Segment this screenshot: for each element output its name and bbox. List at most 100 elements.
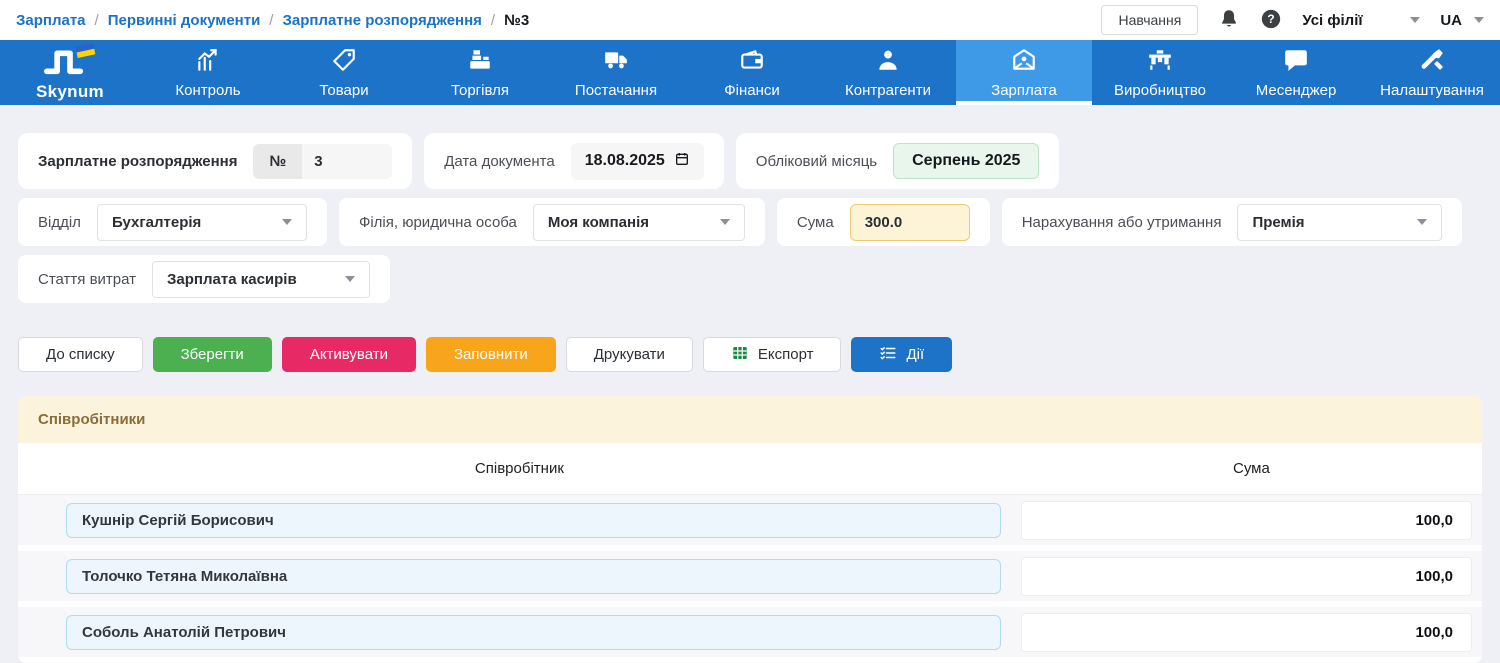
salary-mail-icon xyxy=(1011,47,1037,77)
department-select[interactable]: Бухгалтерія xyxy=(97,204,307,241)
doc-date-picker[interactable]: 18.08.2025 xyxy=(571,143,704,180)
ukraine-flag-icon xyxy=(75,43,95,58)
nav-item-label: Контрагенти xyxy=(845,82,931,99)
nav-item-label: Фінанси xyxy=(724,82,780,99)
legal-entity-value: Моя компанія xyxy=(548,214,649,231)
print-button[interactable]: Друкувати xyxy=(566,337,693,372)
nav-item-salary[interactable]: Зарплата xyxy=(956,40,1092,105)
form-row-1: Зарплатне розпорядження № Дата документа… xyxy=(18,133,1482,189)
employee-sum-input[interactable] xyxy=(1021,557,1472,596)
breadcrumb: Зарплата / Первинні документи / Зарплатн… xyxy=(16,12,529,29)
calendar-icon xyxy=(674,151,690,172)
nav-item-label: Зарплата xyxy=(991,82,1057,99)
chevron-down-icon xyxy=(1410,17,1420,23)
spreadsheet-icon xyxy=(731,344,749,366)
breadcrumb-separator: / xyxy=(491,12,495,29)
action-buttons: До списку Зберегти Активувати Заповнити … xyxy=(18,337,1482,372)
nav-item-goods[interactable]: Товари xyxy=(276,40,412,105)
fill-button[interactable]: Заповнити xyxy=(426,337,556,372)
doc-date-label: Дата документа xyxy=(444,153,555,170)
nav-item-label: Постачання xyxy=(575,82,657,99)
branch-filter-value: Усі філії xyxy=(1302,12,1362,29)
nav-item-trade[interactable]: Торгівля xyxy=(412,40,548,105)
actions-menu-button[interactable]: Дії xyxy=(851,337,952,372)
brand-logo[interactable]: Skynum xyxy=(0,40,140,105)
nav-item-label: Товари xyxy=(319,82,368,99)
document-title: Зарплатне розпорядження xyxy=(38,153,237,170)
chevron-down-icon xyxy=(345,276,355,282)
legal-entity-select[interactable]: Моя компанія xyxy=(533,204,745,241)
employee-sum-input[interactable] xyxy=(1021,613,1472,652)
employee-sum-input[interactable] xyxy=(1021,501,1472,540)
doc-number-input[interactable] xyxy=(302,144,392,179)
notifications-button[interactable] xyxy=(1218,8,1240,33)
sum-card: Сума xyxy=(777,198,990,246)
nav-item-counterparties[interactable]: Контрагенти xyxy=(820,40,956,105)
breadcrumb-link-salary[interactable]: Зарплата xyxy=(16,12,86,29)
topbar: Зарплата / Первинні документи / Зарплатн… xyxy=(0,0,1500,40)
help-icon: ? xyxy=(1260,8,1282,33)
sum-input[interactable] xyxy=(850,204,970,241)
main-navigation: Skynum Контроль Товари Торгівля xyxy=(0,40,1500,105)
breadcrumb-link-primary-documents[interactable]: Первинні документи xyxy=(108,12,261,29)
expense-item-card: Стаття витрат Зарплата касирів xyxy=(18,255,390,303)
training-button[interactable]: Навчання xyxy=(1101,5,1198,35)
export-button[interactable]: Експорт xyxy=(703,337,842,372)
chart-icon xyxy=(195,47,221,77)
department-value: Бухгалтерія xyxy=(112,214,201,231)
save-button[interactable]: Зберегти xyxy=(153,337,272,372)
table-row: Соболь Анатолій Петрович xyxy=(18,607,1482,657)
accrual-label: Нарахування або утримання xyxy=(1022,214,1222,231)
wallet-icon xyxy=(739,47,765,77)
table-row: Кушнір Сергій Борисович xyxy=(18,495,1482,545)
employee-name-field[interactable]: Соболь Анатолій Петрович xyxy=(66,615,1001,650)
actions-button-label: Дії xyxy=(906,346,924,363)
accounting-month-picker[interactable]: Серпень 2025 xyxy=(893,143,1039,179)
tag-icon xyxy=(331,47,357,77)
table-row: Толочко Тетяна Миколаївна xyxy=(18,551,1482,601)
nav-item-control[interactable]: Контроль xyxy=(140,40,276,105)
nav-item-finance[interactable]: Фінанси xyxy=(684,40,820,105)
nav-item-settings[interactable]: Налаштування xyxy=(1364,40,1500,105)
expense-item-select[interactable]: Зарплата касирів xyxy=(152,261,370,298)
svg-text:?: ? xyxy=(1268,12,1275,26)
truck-icon xyxy=(603,47,629,77)
nav-item-label: Торгівля xyxy=(451,82,509,99)
brand-name: Skynum xyxy=(36,82,104,102)
employees-section-title: Співробітники xyxy=(18,396,1482,443)
back-to-list-button[interactable]: До списку xyxy=(18,337,143,372)
export-button-label: Експорт xyxy=(758,346,814,363)
employee-name-field[interactable]: Кушнір Сергій Борисович xyxy=(66,503,1001,538)
accounting-month-card: Обліковий місяць Серпень 2025 xyxy=(736,133,1060,189)
employee-column-header: Співробітник xyxy=(18,460,1021,477)
accrual-select[interactable]: Премія xyxy=(1237,204,1442,241)
chevron-down-icon xyxy=(1474,17,1484,23)
skynum-logo-icon xyxy=(39,43,101,84)
employees-table: Співробітники Співробітник Сума Кушнір С… xyxy=(18,396,1482,663)
activate-button[interactable]: Активувати xyxy=(282,337,416,372)
person-icon xyxy=(875,47,901,77)
tools-icon xyxy=(1419,47,1445,77)
sum-label: Сума xyxy=(797,214,834,231)
help-button[interactable]: ? xyxy=(1260,8,1282,33)
nav-item-supply[interactable]: Постачання xyxy=(548,40,684,105)
doc-date-value: 18.08.2025 xyxy=(585,152,665,170)
breadcrumb-separator: / xyxy=(269,12,273,29)
form-row-3: Стаття витрат Зарплата касирів xyxy=(18,255,1482,303)
employee-name-field[interactable]: Толочко Тетяна Миколаївна xyxy=(66,559,1001,594)
doc-date-card: Дата документа 18.08.2025 xyxy=(424,133,724,189)
accrual-card: Нарахування або утримання Премія xyxy=(1002,198,1463,246)
nav-item-production[interactable]: Виробництво xyxy=(1092,40,1228,105)
nav-item-label: Месенджер xyxy=(1256,82,1337,99)
production-icon xyxy=(1147,47,1173,77)
language-select[interactable]: UA xyxy=(1440,12,1484,29)
chevron-down-icon xyxy=(720,219,730,225)
chevron-down-icon xyxy=(282,219,292,225)
legal-entity-card: Філія, юридична особа Моя компанія xyxy=(339,198,765,246)
nav-item-label: Виробництво xyxy=(1114,82,1206,99)
breadcrumb-link-salary-order[interactable]: Зарплатне розпорядження xyxy=(282,12,481,29)
doc-number-card: Зарплатне розпорядження № xyxy=(18,133,412,189)
nav-item-messenger[interactable]: Месенджер xyxy=(1228,40,1364,105)
expense-item-value: Зарплата касирів xyxy=(167,271,297,288)
branch-filter-select[interactable]: Усі філії xyxy=(1302,12,1420,29)
